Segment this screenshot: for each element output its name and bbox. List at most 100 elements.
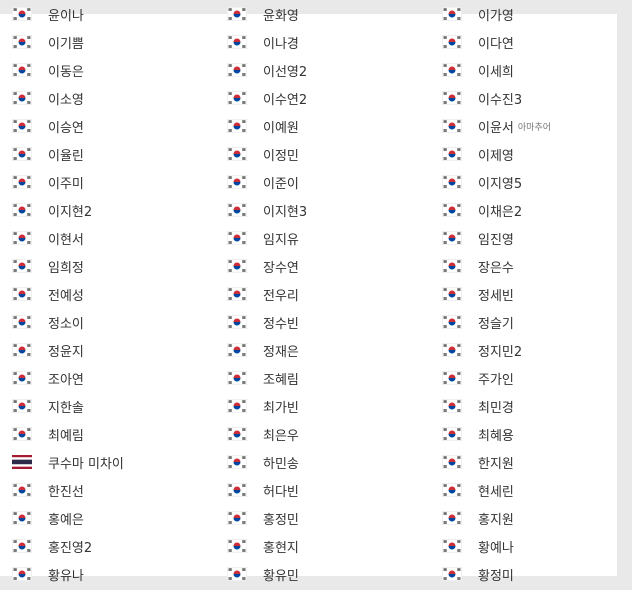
player-entry: 이수진3: [430, 84, 632, 112]
player-name-link[interactable]: 이선영2: [263, 61, 307, 80]
player-name-link[interactable]: 정소이: [48, 313, 84, 332]
player-name-link[interactable]: 이나경: [263, 33, 299, 52]
kr-flag-icon: [12, 287, 32, 301]
player-name-link[interactable]: 임지유: [263, 229, 299, 248]
player-name-link[interactable]: 조혜림: [263, 369, 299, 388]
player-entry: 이소영: [0, 84, 215, 112]
kr-flag-icon: [12, 175, 32, 189]
player-name-link[interactable]: 이율린: [48, 145, 84, 164]
player-name-link[interactable]: 황정미: [478, 565, 514, 584]
kr-flag-icon: [442, 231, 462, 245]
player-name-link[interactable]: 최은우: [263, 425, 299, 444]
kr-flag-icon: [442, 483, 462, 497]
kr-flag-icon: [442, 119, 462, 133]
player-name-link[interactable]: 이가영: [478, 5, 514, 24]
th-flag-icon: [12, 455, 32, 469]
player-name-link[interactable]: 허다빈: [263, 481, 299, 500]
player-name-link[interactable]: 이다연: [478, 33, 514, 52]
player-name-link[interactable]: 이소영: [48, 89, 84, 108]
player-name-link[interactable]: 이세희: [478, 61, 514, 80]
player-name-link[interactable]: 정수빈: [263, 313, 299, 332]
player-name-link[interactable]: 이준이: [263, 173, 299, 192]
player-name-link[interactable]: 이윤서: [478, 117, 514, 136]
kr-flag-icon: [442, 91, 462, 105]
player-name-link[interactable]: 홍정민: [263, 509, 299, 528]
player-entry: 최가빈: [215, 392, 430, 420]
player-name-link[interactable]: 정지민2: [478, 341, 522, 360]
player-name-link[interactable]: 최가빈: [263, 397, 299, 416]
player-name-link[interactable]: 주가인: [478, 369, 514, 388]
kr-flag-icon: [442, 287, 462, 301]
player-name-link[interactable]: 한진선: [48, 481, 84, 500]
kr-flag-icon: [442, 399, 462, 413]
player-name-link[interactable]: 정윤지: [48, 341, 84, 360]
player-entry: 이제영: [430, 140, 632, 168]
player-name-link[interactable]: 지한솔: [48, 397, 84, 416]
player-name-link[interactable]: 정세빈: [478, 285, 514, 304]
player-entry: 홍예은: [0, 504, 215, 532]
player-name-link[interactable]: 이지영5: [478, 173, 522, 192]
player-entry: 이예원: [215, 112, 430, 140]
player-name-link[interactable]: 홍예은: [48, 509, 84, 528]
player-name-link[interactable]: 최예림: [48, 425, 84, 444]
player-entry: 장은수: [430, 252, 632, 280]
kr-flag-icon: [442, 315, 462, 329]
kr-flag-icon: [442, 567, 462, 581]
player-name-link[interactable]: 정재은: [263, 341, 299, 360]
player-name-link[interactable]: 이수진3: [478, 89, 522, 108]
player-name-link[interactable]: 이채은2: [478, 201, 522, 220]
kr-flag-icon: [12, 35, 32, 49]
player-name-link[interactable]: 황유나: [48, 565, 84, 584]
player-name-link[interactable]: 황유민: [263, 565, 299, 584]
kr-flag-icon: [442, 371, 462, 385]
player-name-link[interactable]: 최혜용: [478, 425, 514, 444]
kr-flag-icon: [227, 63, 247, 77]
kr-flag-icon: [12, 203, 32, 217]
player-name-link[interactable]: 윤화영: [263, 5, 299, 24]
player-name-link[interactable]: 윤이나: [48, 5, 84, 24]
player-entry: 이가영: [430, 0, 632, 28]
player-name-link[interactable]: 장수연: [263, 257, 299, 276]
kr-flag-icon: [227, 7, 247, 21]
kr-flag-icon: [227, 91, 247, 105]
player-name-link[interactable]: 임희정: [48, 257, 84, 276]
player-name-link[interactable]: 이지현3: [263, 201, 307, 220]
kr-flag-icon: [442, 343, 462, 357]
player-name-link[interactable]: 이수연2: [263, 89, 307, 108]
player-entry: 최은우: [215, 420, 430, 448]
player-entry: 황유나: [0, 560, 215, 588]
player-name-link[interactable]: 전우리: [263, 285, 299, 304]
kr-flag-icon: [442, 147, 462, 161]
player-name-link[interactable]: 이제영: [478, 145, 514, 164]
player-name-link[interactable]: 한지원: [478, 453, 514, 472]
player-name-link[interactable]: 이승연: [48, 117, 84, 136]
player-name-link[interactable]: 쿠수마 미차이: [48, 453, 124, 472]
player-name-link[interactable]: 이주미: [48, 173, 84, 192]
player-name-link[interactable]: 홍지원: [478, 509, 514, 528]
kr-flag-icon: [227, 511, 247, 525]
player-name-link[interactable]: 황예나: [478, 537, 514, 556]
player-name-link[interactable]: 이정민: [263, 145, 299, 164]
player-name-link[interactable]: 임진영: [478, 229, 514, 248]
player-name-link[interactable]: 현세린: [478, 481, 514, 500]
player-name-link[interactable]: 이예원: [263, 117, 299, 136]
player-name-link[interactable]: 하민송: [263, 453, 299, 472]
player-name-link[interactable]: 장은수: [478, 257, 514, 276]
player-name-link[interactable]: 홍현지: [263, 537, 299, 556]
player-name-link[interactable]: 이기쁨: [48, 33, 84, 52]
player-name-link[interactable]: 전예성: [48, 285, 84, 304]
player-name-link[interactable]: 정슬기: [478, 313, 514, 332]
player-name-link[interactable]: 이지현2: [48, 201, 92, 220]
kr-flag-icon: [227, 315, 247, 329]
player-entry: 정재은: [215, 336, 430, 364]
player-name-link[interactable]: 홍진영2: [48, 537, 92, 556]
player-entry: 최민경: [430, 392, 632, 420]
kr-flag-icon: [442, 7, 462, 21]
player-entry: 전우리: [215, 280, 430, 308]
player-name-link[interactable]: 이동은: [48, 61, 84, 80]
player-entry: 이윤서 아마추어: [430, 112, 632, 140]
player-name-link[interactable]: 이현서: [48, 229, 84, 248]
player-name-link[interactable]: 최민경: [478, 397, 514, 416]
kr-flag-icon: [12, 7, 32, 21]
player-name-link[interactable]: 조아연: [48, 369, 84, 388]
